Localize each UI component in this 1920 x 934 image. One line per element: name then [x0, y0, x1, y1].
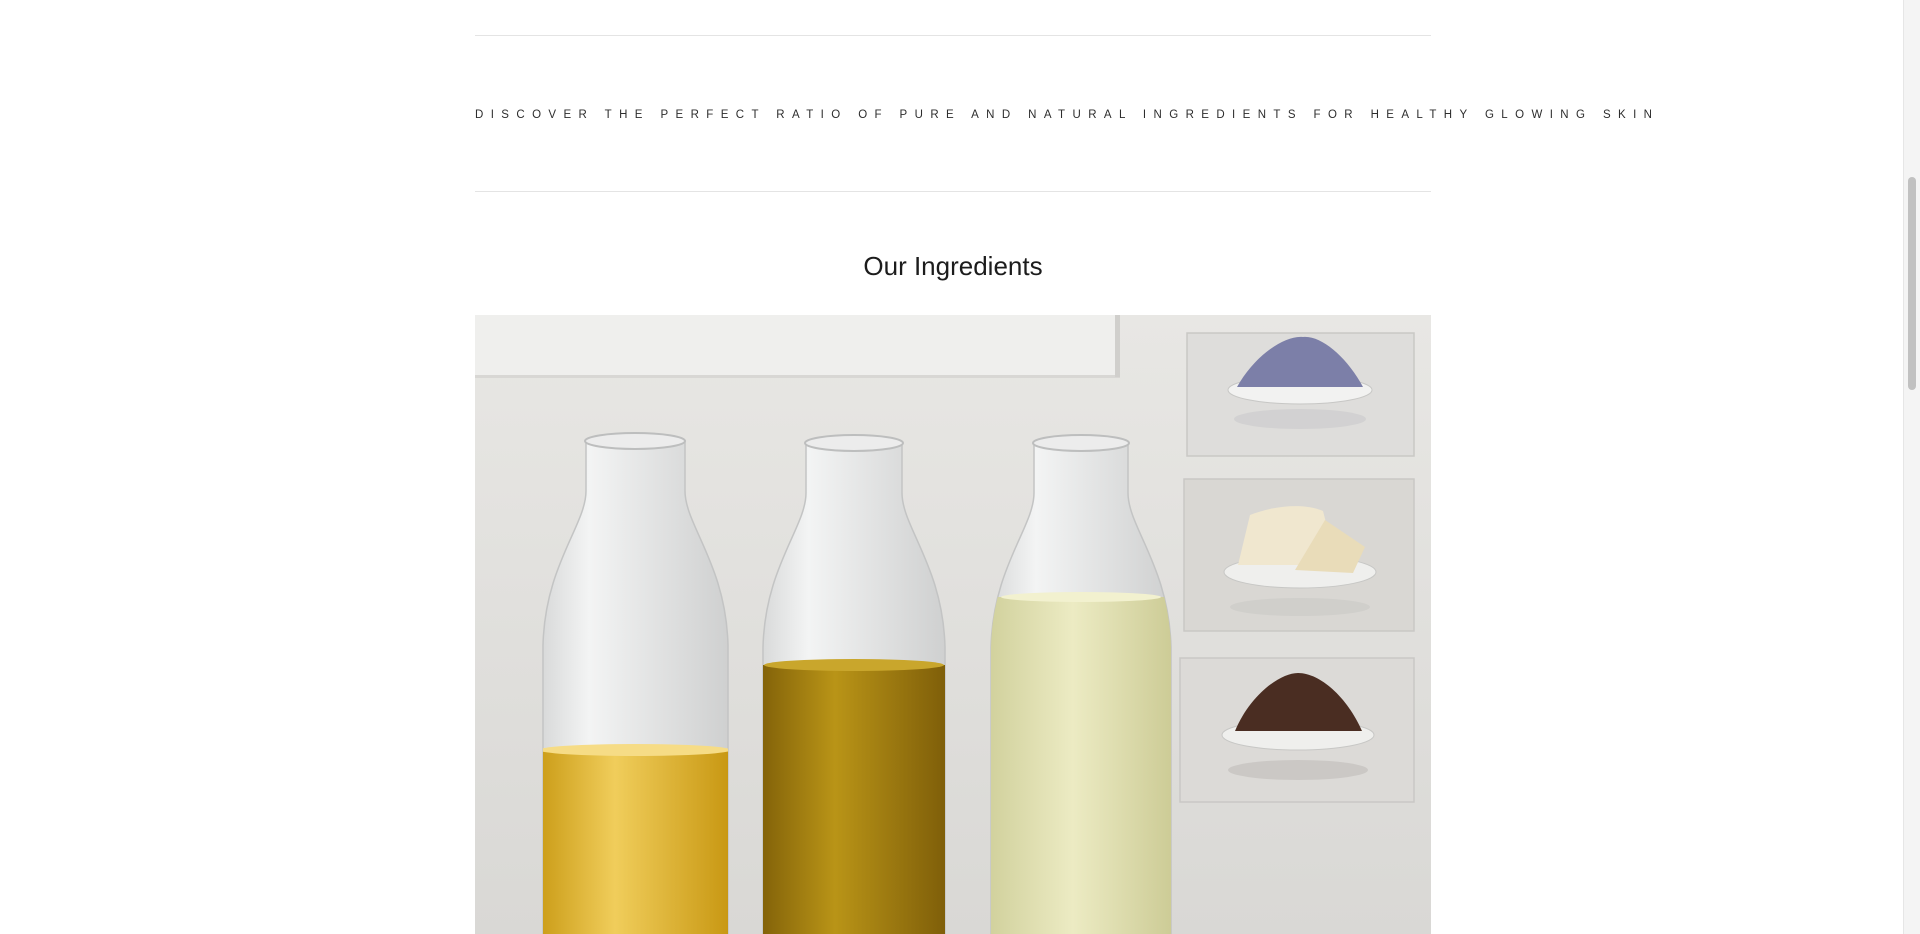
scrollbar[interactable] — [1903, 0, 1920, 934]
page: DISCOVER THE PERFECT RATIO OF PURE AND N… — [0, 0, 1904, 934]
scrollbar-thumb[interactable] — [1908, 177, 1916, 390]
ingredients-image — [475, 315, 1431, 934]
tagline: DISCOVER THE PERFECT RATIO OF PURE AND N… — [475, 109, 1660, 121]
bottom-divider — [475, 191, 1431, 192]
top-divider — [475, 35, 1431, 36]
section-title: Our Ingredients — [863, 251, 1043, 281]
